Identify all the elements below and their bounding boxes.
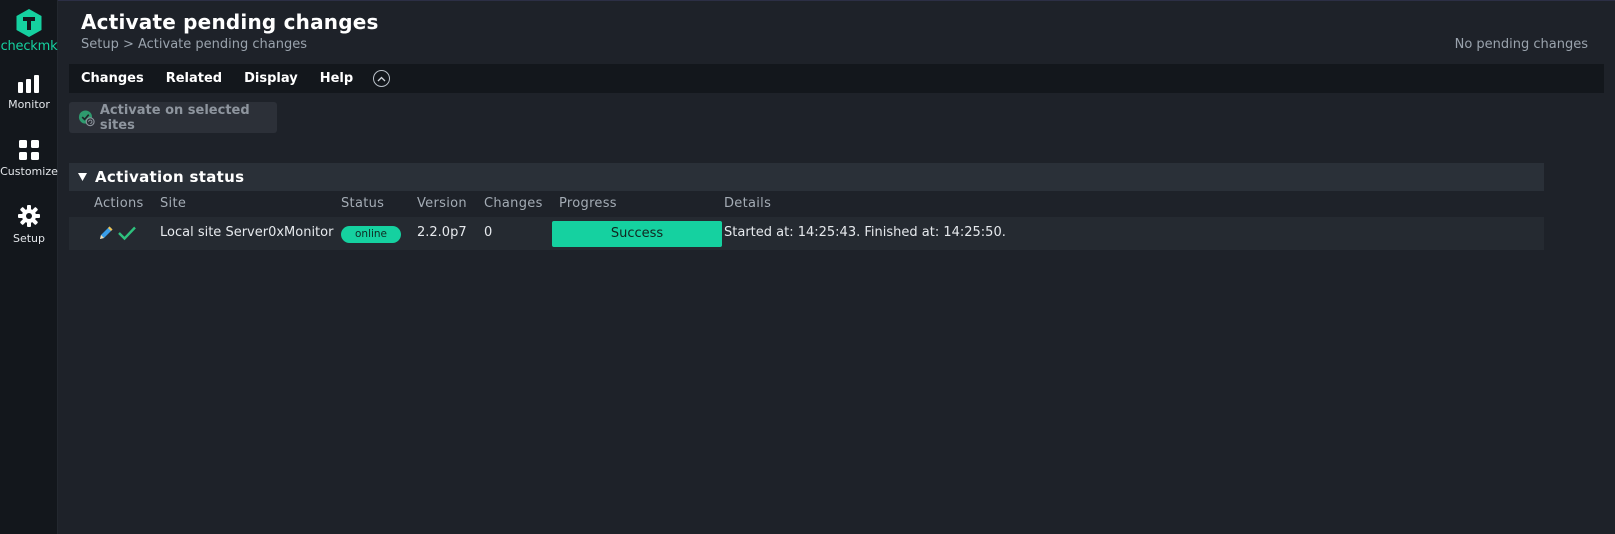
gear-icon xyxy=(18,205,40,227)
site-changes: 0 xyxy=(484,225,493,240)
logo-text-mk: mk xyxy=(37,39,58,54)
menu-related[interactable]: Related xyxy=(166,71,222,86)
nav-customize[interactable]: Customize xyxy=(0,139,58,178)
bar-chart-icon xyxy=(18,75,39,93)
col-changes: Changes xyxy=(484,196,543,211)
activate-selected-sites-button[interactable]: Activate on selected sites xyxy=(69,102,277,133)
nav-monitor[interactable]: Monitor xyxy=(0,74,58,111)
checkmk-logo-icon xyxy=(16,9,42,37)
progress-bar: Success xyxy=(552,221,722,247)
col-details: Details xyxy=(724,196,772,211)
nav-monitor-label: Monitor xyxy=(8,98,50,111)
row-actions xyxy=(97,224,137,242)
table-header: Actions Site Status Version Changes Prog… xyxy=(69,191,1544,217)
activation-status-title: Activation status xyxy=(95,168,245,186)
chevron-up-icon[interactable] xyxy=(373,70,391,87)
status-badge: online xyxy=(341,226,401,243)
activation-details: Started at: 14:25:43. Finished at: 14:25… xyxy=(724,225,1006,240)
nav-customize-label: Customize xyxy=(0,165,58,178)
col-status: Status xyxy=(341,196,385,211)
site-version: 2.2.0p7 xyxy=(417,225,467,240)
nav-setup-label: Setup xyxy=(12,232,46,245)
edit-pencil-icon[interactable] xyxy=(97,224,115,242)
pending-changes-status[interactable]: No pending changes xyxy=(1455,37,1588,52)
menu-display[interactable]: Display xyxy=(244,71,298,86)
checkmk-logo[interactable]: checkmk xyxy=(0,8,58,60)
grid-icon xyxy=(19,140,39,160)
checkmark-icon[interactable] xyxy=(117,224,137,242)
triangle-down-icon xyxy=(78,173,87,181)
breadcrumb[interactable]: Setup > Activate pending changes xyxy=(81,37,307,52)
col-version: Version xyxy=(417,196,467,211)
table-row: Local site Server0xMonitor online 2.2.0p… xyxy=(69,217,1544,250)
activation-status-section: Activation status Actions Site Status Ve… xyxy=(69,163,1544,250)
activation-status-header[interactable]: Activation status xyxy=(69,163,1544,191)
main-content: Activate pending changes Setup > Activat… xyxy=(58,0,1615,534)
col-progress: Progress xyxy=(559,196,617,211)
col-site: Site xyxy=(160,196,187,211)
col-actions: Actions xyxy=(94,196,144,211)
activate-icon xyxy=(78,110,95,126)
logo-text-check: check xyxy=(0,39,38,54)
activate-button-label: Activate on selected sites xyxy=(99,102,250,133)
nav-setup[interactable]: Setup xyxy=(0,204,58,245)
menu-changes[interactable]: Changes xyxy=(81,71,144,86)
menu-help[interactable]: Help xyxy=(320,71,353,86)
page-title: Activate pending changes xyxy=(81,10,379,34)
page-menu-bar: Changes Related Display Help xyxy=(69,64,1604,93)
site-name: Local site Server0xMonitor xyxy=(160,225,334,240)
sidebar: checkmk Monitor Customize Setup xyxy=(0,0,58,534)
